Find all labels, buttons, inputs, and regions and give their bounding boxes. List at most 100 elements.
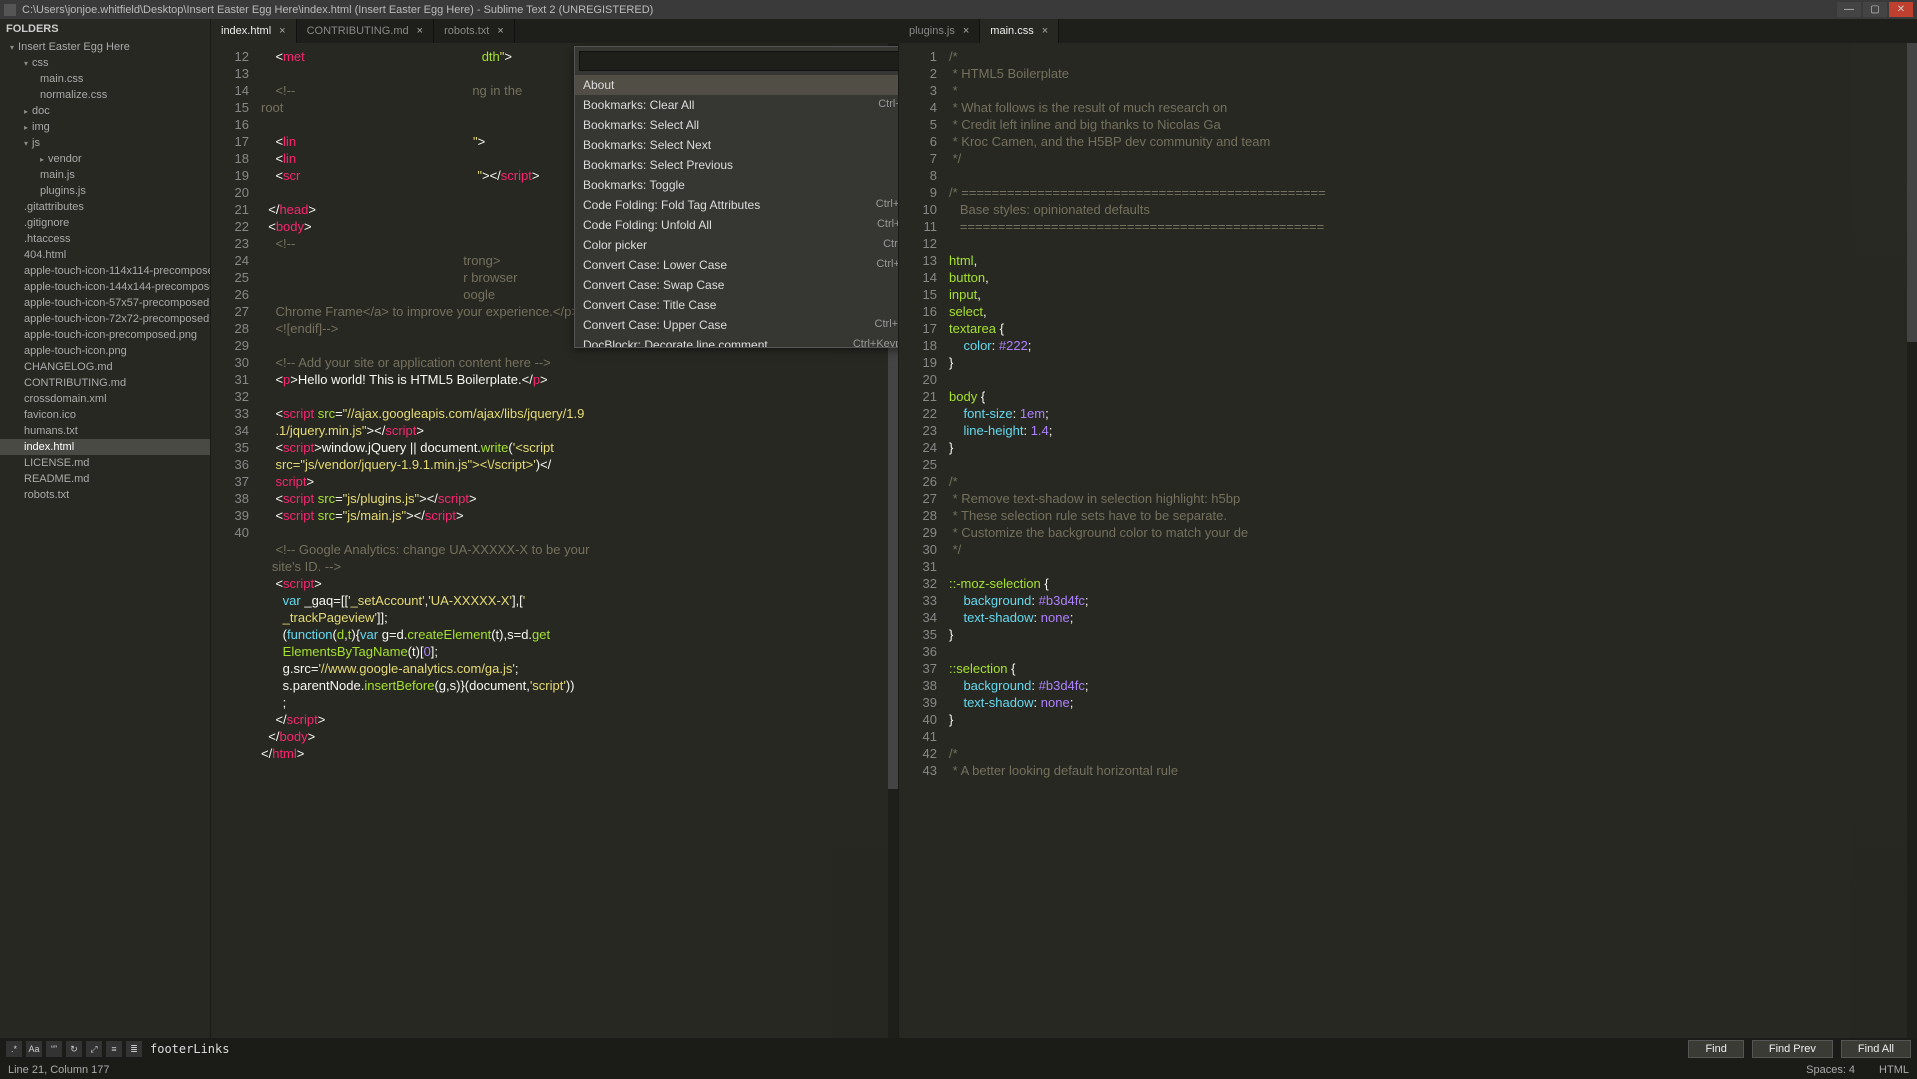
syntax-info[interactable]: HTML [1879,1064,1909,1076]
find-bar: .* Aa “” ↻ ⤢ ≡ ≣ footerLinks Find Find P… [0,1038,1917,1060]
folder-item[interactable]: js [0,135,210,151]
find-prev-button[interactable]: Find Prev [1752,1040,1833,1058]
maximize-button[interactable]: ▢ [1863,2,1887,17]
palette-item[interactable]: Bookmarks: Clear AllCtrl+Shift+F2 [575,95,899,115]
palette-item-label: Bookmarks: Toggle [583,178,685,192]
file-item[interactable]: README.md [0,471,210,487]
code-right[interactable]: /* * HTML5 Boilerplate * * What follows … [945,43,1917,1038]
file-item[interactable]: normalize.css [0,87,210,103]
file-item[interactable]: .htaccess [0,231,210,247]
file-item[interactable]: apple-touch-icon-precomposed.png [0,327,210,343]
palette-item-label: Code Folding: Unfold All [583,218,712,232]
file-item[interactable]: robots.txt [0,487,210,503]
file-item[interactable]: 404.html [0,247,210,263]
right-editor-pane: 1234567891011121314151617181920212223242… [899,43,1917,1038]
tree-item-label: plugins.js [40,185,86,197]
file-item[interactable]: apple-touch-icon-72x72-precomposed.png [0,311,210,327]
palette-input[interactable] [579,51,899,71]
folder-item[interactable]: Insert Easter Egg Here [0,39,210,55]
tab-close-icon[interactable]: × [497,25,503,37]
palette-item-label: Color picker [583,238,647,252]
palette-item[interactable]: Color pickerCtrl+Shift+C [575,235,899,255]
palette-item[interactable]: Convert Case: Title Case [575,295,899,315]
tab-close-icon[interactable]: × [1042,25,1048,37]
palette-item[interactable]: About [575,75,899,95]
file-item[interactable]: .gitattributes [0,199,210,215]
find-all-button[interactable]: Find All [1841,1040,1911,1058]
tab-label: robots.txt [444,25,489,37]
palette-item[interactable]: Bookmarks: Select AllAlt+F2 [575,115,899,135]
tree-item-label: apple-touch-icon-precomposed.png [24,329,197,341]
file-item[interactable]: index.html [0,439,210,455]
tab-close-icon[interactable]: × [279,25,285,37]
tab-close-icon[interactable]: × [417,25,423,37]
tree-item-label: favicon.ico [24,409,76,421]
in-selection-icon[interactable]: ⤢ [86,1041,102,1057]
folder-item[interactable]: img [0,119,210,135]
tab[interactable]: robots.txt × [434,19,515,43]
palette-item-shortcut: Ctrl+K, Ctrl+J [877,218,899,232]
file-item[interactable]: favicon.ico [0,407,210,423]
regex-toggle-icon[interactable]: .* [6,1041,22,1057]
tree-item-label: apple-touch-icon.png [24,345,127,357]
left-editor-pane: 1213141516171819202122232425262728293031… [211,43,899,1038]
palette-item[interactable]: Bookmarks: ToggleCtrl+F2 [575,175,899,195]
palette-item-shortcut: Ctrl+Keypad Enter [853,338,899,347]
palette-item[interactable]: Convert Case: Lower CaseCtrl+K, Ctrl+L [575,255,899,275]
tab-close-icon[interactable]: × [963,25,969,37]
palette-item[interactable]: Convert Case: Swap Case [575,275,899,295]
file-item[interactable]: CHANGELOG.md [0,359,210,375]
wrap-icon[interactable]: ↻ [66,1041,82,1057]
scrollbar-right[interactable] [1907,43,1917,1038]
indent-info[interactable]: Spaces: 4 [1806,1064,1855,1076]
file-item[interactable]: apple-touch-icon-114x114-precomposed.png [0,263,210,279]
close-button[interactable]: ✕ [1889,2,1913,17]
palette-item-shortcut: Ctrl+Shift+F2 [878,98,899,112]
minimap-right[interactable] [1851,45,1907,1038]
tab[interactable]: CONTRIBUTING.md× [297,19,435,43]
file-item[interactable]: apple-touch-icon-57x57-precomposed.png [0,295,210,311]
file-item[interactable]: plugins.js [0,183,210,199]
palette-item-label: Bookmarks: Select All [583,118,699,132]
palette-item[interactable]: DocBlockr: Decorate line commentCtrl+Key… [575,335,899,347]
tree-item-label: main.js [40,169,75,181]
case-toggle-icon[interactable]: Aa [26,1041,42,1057]
palette-item[interactable]: Bookmarks: Select PreviousShift+F2 [575,155,899,175]
palette-item[interactable]: Code Folding: Unfold All Ctrl+K, Ctrl+J [575,215,899,235]
file-item[interactable]: crossdomain.xml [0,391,210,407]
file-item[interactable]: apple-touch-icon.png [0,343,210,359]
file-item[interactable]: main.css [0,71,210,87]
minimize-button[interactable]: — [1837,2,1861,17]
file-item[interactable]: apple-touch-icon-144x144-precomposed.png [0,279,210,295]
tree-item-label: .gitignore [24,217,69,229]
tree-item-label: index.html [24,441,74,453]
command-palette: AboutBookmarks: Clear AllCtrl+Shift+F2Bo… [574,46,899,348]
tab[interactable]: index.html× [211,19,297,43]
palette-item-shortcut: Ctrl+K, Ctrl+T [876,198,899,212]
palette-item[interactable]: Convert Case: Upper CaseCtrl+K, Ctrl+U [575,315,899,335]
file-item[interactable]: humans.txt [0,423,210,439]
preserve-case-icon[interactable]: ≣ [126,1041,142,1057]
folder-item[interactable]: vendor [0,151,210,167]
highlight-icon[interactable]: ≡ [106,1041,122,1057]
file-item[interactable]: CONTRIBUTING.md [0,375,210,391]
file-item[interactable]: .gitignore [0,215,210,231]
file-item[interactable]: LICENSE.md [0,455,210,471]
palette-item[interactable]: Code Folding: Fold Tag AttributesCtrl+K,… [575,195,899,215]
palette-item[interactable]: Bookmarks: Select Next [575,135,899,155]
folder-item[interactable]: css [0,55,210,71]
sidebar-header: FOLDERS [0,19,210,39]
whole-word-icon[interactable]: “” [46,1041,62,1057]
tree-item-label: LICENSE.md [24,457,89,469]
file-item[interactable]: main.js [0,167,210,183]
folder-item[interactable]: doc [0,103,210,119]
find-input[interactable]: footerLinks [150,1042,1680,1056]
folder-icon [24,57,28,69]
tab[interactable]: plugins.js× [899,19,980,43]
tab[interactable]: main.css× [980,19,1059,43]
palette-item-label: Convert Case: Swap Case [583,278,724,292]
tree-item-label: README.md [24,473,89,485]
folder-icon [24,105,28,117]
tree-item-label: js [32,137,40,149]
find-button[interactable]: Find [1688,1040,1743,1058]
